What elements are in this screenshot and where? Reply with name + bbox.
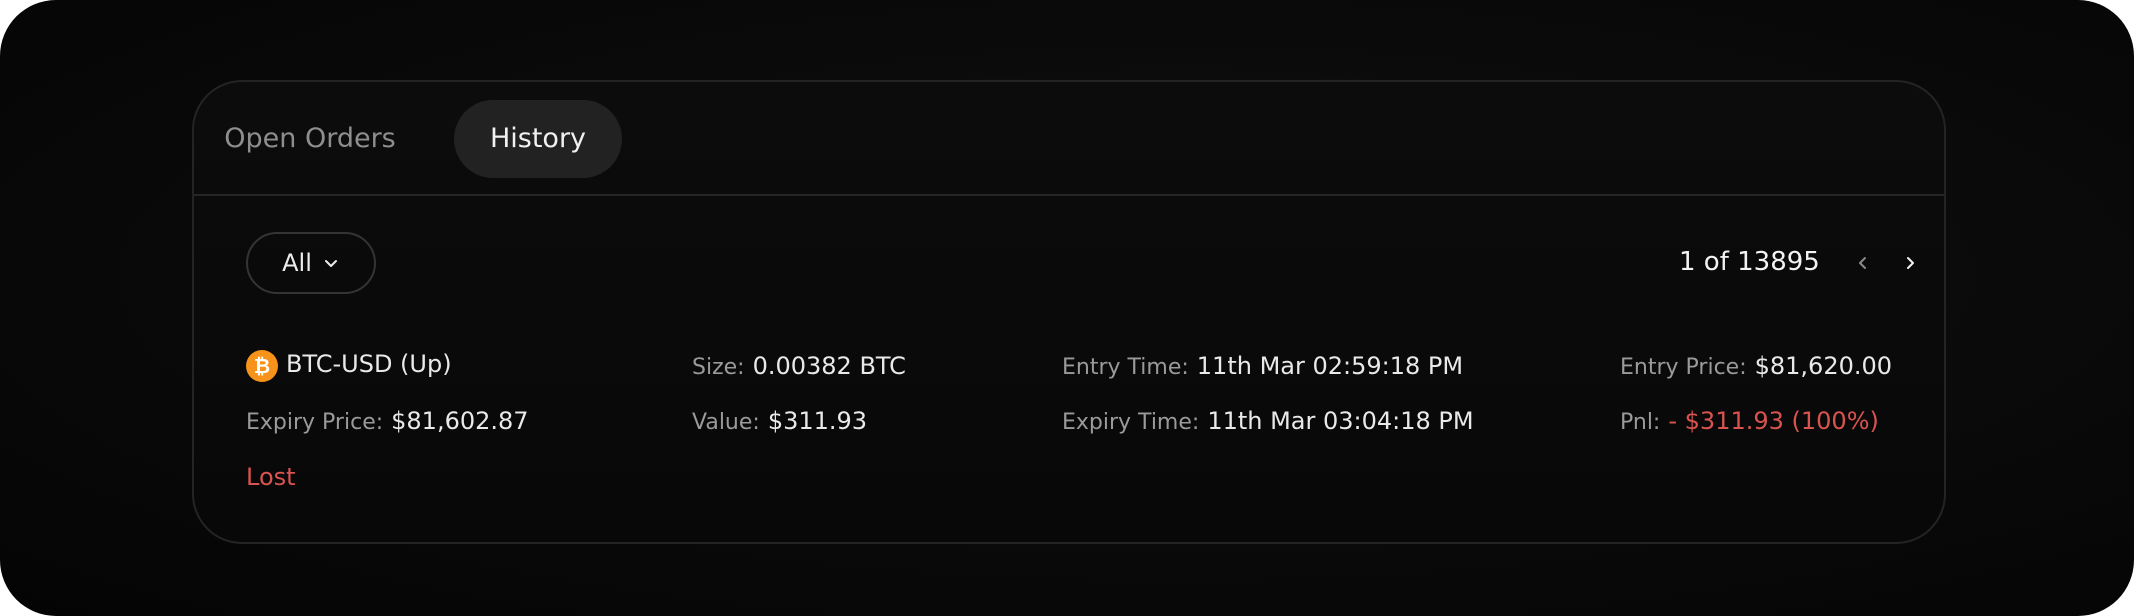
- size-value: 0.00382 BTC: [752, 352, 906, 380]
- bitcoin-icon: ₿: [246, 350, 278, 382]
- order-expiry-time: Expiry Time: 11th Mar 03:04:18 PM: [1062, 407, 1474, 435]
- pnl-label: Pnl:: [1620, 410, 1661, 435]
- entry-time-value: 11th Mar 02:59:18 PM: [1196, 352, 1464, 380]
- order-pair-label: BTC-USD (Up): [286, 350, 452, 378]
- value-label: Value:: [692, 410, 760, 435]
- tab-bar: Open Orders History: [194, 82, 1944, 196]
- size-label: Size:: [692, 355, 745, 380]
- previous-page-button[interactable]: [1848, 248, 1878, 278]
- order-entry-price: Entry Price: $81,620.00: [1620, 352, 1892, 380]
- order-value: Value: $311.93: [692, 407, 867, 435]
- entry-time-label: Entry Time:: [1062, 355, 1189, 380]
- order-entry-time: Entry Time: 11th Mar 02:59:18 PM: [1062, 352, 1463, 380]
- order-expiry-price: Expiry Price: $81,602.87: [246, 407, 529, 435]
- expiry-price-label: Expiry Price:: [246, 410, 384, 435]
- chevron-right-icon: [1907, 257, 1914, 269]
- expiry-time-value: 11th Mar 03:04:18 PM: [1207, 407, 1474, 435]
- status-badge: Lost: [246, 463, 296, 491]
- app-frame: Open Orders History All 1 of 13895 ₿ BTC…: [0, 0, 2134, 616]
- order-pnl: Pnl: - $311.93 (100%): [1620, 407, 1879, 435]
- order-pair: ₿ BTC-USD (Up): [246, 350, 452, 382]
- pnl-value: - $311.93 (100%): [1668, 407, 1879, 435]
- expiry-time-label: Expiry Time:: [1062, 410, 1200, 435]
- pagination-text: 1 of 13895: [1679, 247, 1820, 277]
- chevron-left-icon: [1859, 257, 1866, 269]
- next-page-button[interactable]: [1895, 248, 1925, 278]
- entry-price-value: $81,620.00: [1754, 352, 1893, 380]
- order-size: Size: 0.00382 BTC: [692, 352, 906, 380]
- chevron-down-icon: [324, 260, 337, 267]
- value-value: $311.93: [767, 407, 868, 435]
- entry-price-label: Entry Price:: [1620, 355, 1747, 380]
- orders-panel: Open Orders History All 1 of 13895 ₿ BTC…: [192, 80, 1946, 544]
- order-status: Lost: [246, 463, 296, 491]
- tab-open-orders[interactable]: Open Orders: [222, 100, 398, 178]
- expiry-price-value: $81,602.87: [391, 407, 529, 435]
- filter-selected-value: All: [282, 249, 312, 277]
- tab-history[interactable]: History: [454, 100, 622, 178]
- filter-dropdown[interactable]: All: [246, 232, 376, 294]
